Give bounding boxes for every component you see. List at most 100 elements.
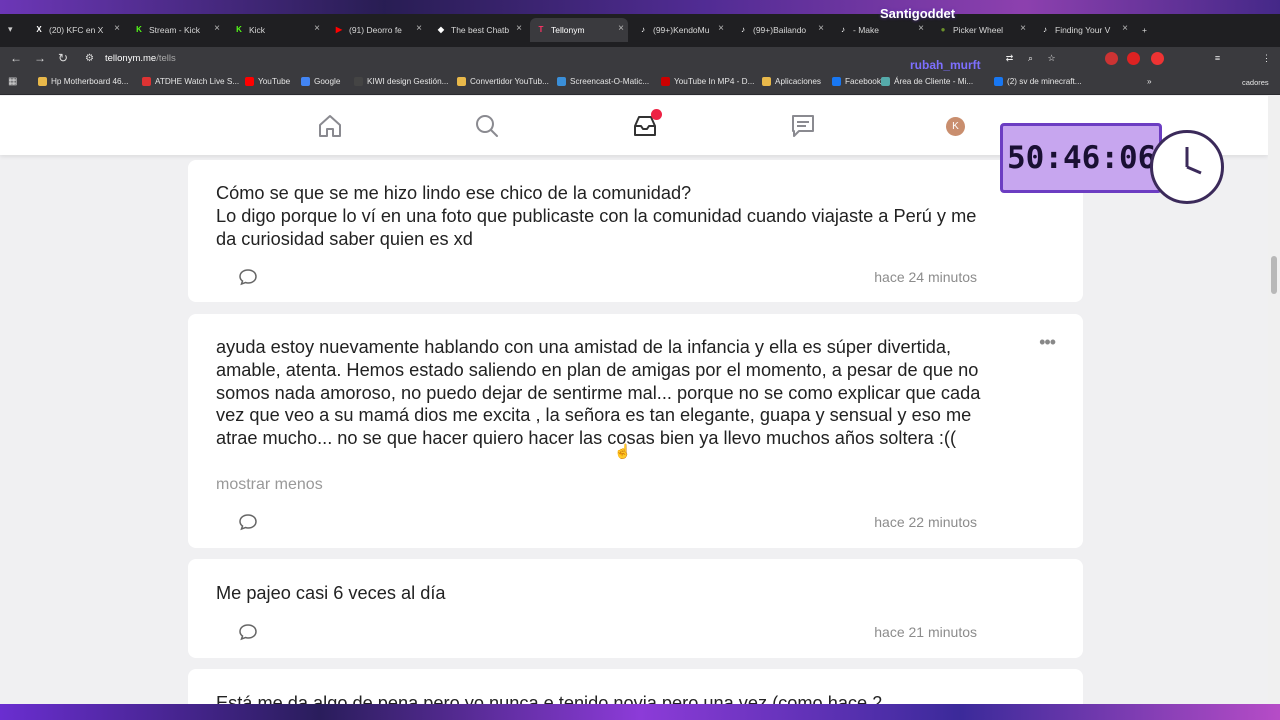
bookmark-favicon-icon — [142, 77, 151, 86]
tab-favicon-icon: ♪ — [841, 25, 845, 34]
browser-tab[interactable]: ▶ (91) Deorro fe × — [328, 18, 426, 42]
bookmark-label: Screencast-O-Matic... — [570, 77, 650, 86]
bookmark-label: KIWI design Gestión... — [367, 77, 449, 86]
bookmark-item[interactable]: KIWI design Gestión... — [354, 77, 448, 86]
streamer-name: Santigoddet — [880, 6, 956, 21]
tab-close-icon[interactable]: × — [214, 23, 220, 34]
tab-label: (20) KFC en X — [49, 25, 104, 35]
zoom-icon[interactable]: ⌕ — [1024, 52, 1037, 65]
comment-icon[interactable] — [238, 623, 258, 641]
tell-text: Cómo se que se me hizo lindo ese chico d… — [216, 183, 977, 249]
bookmark-star-icon[interactable]: ☆ — [1045, 52, 1058, 65]
tab-label: - Make — [853, 25, 879, 35]
browser-tab[interactable]: ♪ (99+)Bailando × — [732, 18, 828, 42]
bookmark-label: YouTube In MP4 - D... — [674, 77, 755, 86]
tab-favicon-icon: ♪ — [741, 25, 745, 34]
tab-close-icon[interactable]: × — [818, 23, 824, 34]
clock-icon — [1150, 130, 1224, 204]
tab-close-icon[interactable]: × — [1122, 23, 1128, 34]
bookmark-favicon-icon — [994, 77, 1003, 86]
bookmark-item[interactable]: Facebook — [832, 77, 881, 86]
bookmark-item[interactable]: Google — [301, 77, 340, 86]
browser-tab[interactable]: K Kick × — [228, 18, 324, 42]
bookmark-favicon-icon — [245, 77, 254, 86]
tab-list-icon[interactable]: ▾ — [8, 24, 13, 35]
browser-tab[interactable]: ♪ Finding Your V × — [1034, 18, 1132, 42]
search-icon[interactable] — [474, 113, 500, 139]
comment-icon[interactable] — [238, 513, 258, 531]
bookmark-item[interactable]: Screencast-O-Matic... — [557, 77, 649, 86]
show-less-link[interactable]: mostrar menos — [216, 476, 323, 494]
bookmark-item[interactable]: YouTube In MP4 - D... — [661, 77, 754, 86]
tab-close-icon[interactable]: × — [114, 23, 120, 34]
menu-icon[interactable]: ⋮ — [1260, 52, 1273, 65]
bookmark-label: Hp Motherboard 46... — [51, 77, 129, 86]
bookmark-item[interactable]: ATDHE Watch Live S... — [142, 77, 239, 86]
bookmark-item[interactable]: Área de Cliente - Mi... — [881, 77, 973, 86]
tab-label: Tellonym — [551, 25, 585, 35]
tab-close-icon[interactable]: × — [718, 23, 724, 34]
translate-icon[interactable]: ⇄ — [1003, 52, 1016, 65]
bookmark-item[interactable]: Convertidor YouTub... — [457, 77, 549, 86]
browser-tab[interactable]: ◆ The best Chatb × — [430, 18, 526, 42]
stream-overlay-banner — [0, 0, 1280, 14]
bookmark-favicon-icon — [762, 77, 771, 86]
tab-label: Picker Wheel — [953, 25, 1004, 35]
tell-card: Cómo se que se me hizo lindo ese chico d… — [188, 160, 1083, 302]
browser-toolbar: ← → ↻ ⚙ tellonym.me/tells ⇄ ⌕ ☆ ≡ ⋮ — [0, 47, 1280, 71]
page-scrollbar[interactable] — [1268, 96, 1280, 720]
new-tab-icon[interactable]: + — [1136, 18, 1152, 42]
scrollbar-thumb[interactable] — [1271, 256, 1277, 294]
tab-close-icon[interactable]: × — [516, 23, 522, 34]
tab-label: (99+)KendoMu — [653, 25, 710, 35]
address-bar[interactable]: tellonym.me/tells — [105, 53, 176, 64]
other-bookmarks[interactable]: cadores — [1242, 78, 1269, 87]
tell-card: Me pajeo casi 6 veces al día hace 21 min… — [188, 559, 1083, 658]
tab-close-icon[interactable]: × — [416, 23, 422, 34]
bookmark-label: Google — [314, 77, 341, 86]
tab-favicon-icon: ♪ — [1043, 25, 1047, 34]
bookmark-item[interactable]: (2) sv de minecraft... — [994, 77, 1082, 86]
subathon-timer: 50:46:06 — [1007, 140, 1157, 176]
browser-tab[interactable]: X (20) KFC en X × — [28, 18, 124, 42]
extension-icon[interactable] — [1151, 52, 1164, 65]
tell-timestamp: hace 21 minutos — [874, 624, 977, 640]
extension-icon[interactable] — [1105, 52, 1118, 65]
browser-tab[interactable]: ♪ (99+)KendoMu × — [632, 18, 728, 42]
reload-icon[interactable]: ↻ — [58, 51, 68, 65]
bookmark-item[interactable]: Aplicaciones — [762, 77, 821, 86]
tab-favicon-icon: K — [136, 25, 142, 34]
tell-timestamp: hace 24 minutos — [874, 269, 977, 285]
extension-icon[interactable] — [1127, 52, 1140, 65]
back-icon[interactable]: ← — [10, 51, 22, 65]
mouse-cursor-icon: ☝ — [614, 443, 632, 459]
tab-label: The best Chatb — [451, 25, 510, 35]
chatter-name: rubah_murft — [910, 58, 981, 72]
browser-tab[interactable]: T Tellonym × — [530, 18, 628, 42]
tab-label: Finding Your V — [1055, 25, 1111, 35]
comment-icon[interactable] — [238, 268, 258, 286]
tab-favicon-icon: ▶ — [335, 25, 343, 34]
tab-close-icon[interactable]: × — [1020, 23, 1026, 34]
apps-grid-icon[interactable]: ▦ — [8, 76, 17, 87]
bookmarks-overflow-icon[interactable]: » — [1147, 77, 1152, 86]
bookmark-label: Facebook — [845, 77, 881, 86]
site-info-icon[interactable]: ⚙ — [85, 53, 94, 64]
tab-favicon-icon: T — [538, 25, 544, 34]
browser-tab[interactable]: K Stream - Kick × — [128, 18, 224, 42]
browser-tab[interactable]: ♪ - Make × — [832, 18, 928, 42]
tell-text: Me pajeo casi 6 veces al día — [216, 583, 446, 603]
home-icon[interactable] — [317, 113, 343, 139]
profile-avatar[interactable]: K — [946, 117, 965, 136]
bookmark-label: YouTube — [258, 77, 291, 86]
bookmark-item[interactable]: Hp Motherboard 46... — [38, 77, 128, 86]
tab-close-icon[interactable]: × — [618, 23, 624, 34]
tab-close-icon[interactable]: × — [314, 23, 320, 34]
playlist-icon[interactable]: ≡ — [1211, 52, 1224, 65]
more-options-icon[interactable]: ••• — [1039, 332, 1056, 353]
chat-icon[interactable] — [790, 113, 816, 139]
forward-icon[interactable]: → — [34, 51, 46, 65]
browser-tab[interactable]: ● Picker Wheel × — [932, 18, 1030, 42]
bookmark-item[interactable]: YouTube — [245, 77, 290, 86]
tab-close-icon[interactable]: × — [918, 23, 924, 34]
